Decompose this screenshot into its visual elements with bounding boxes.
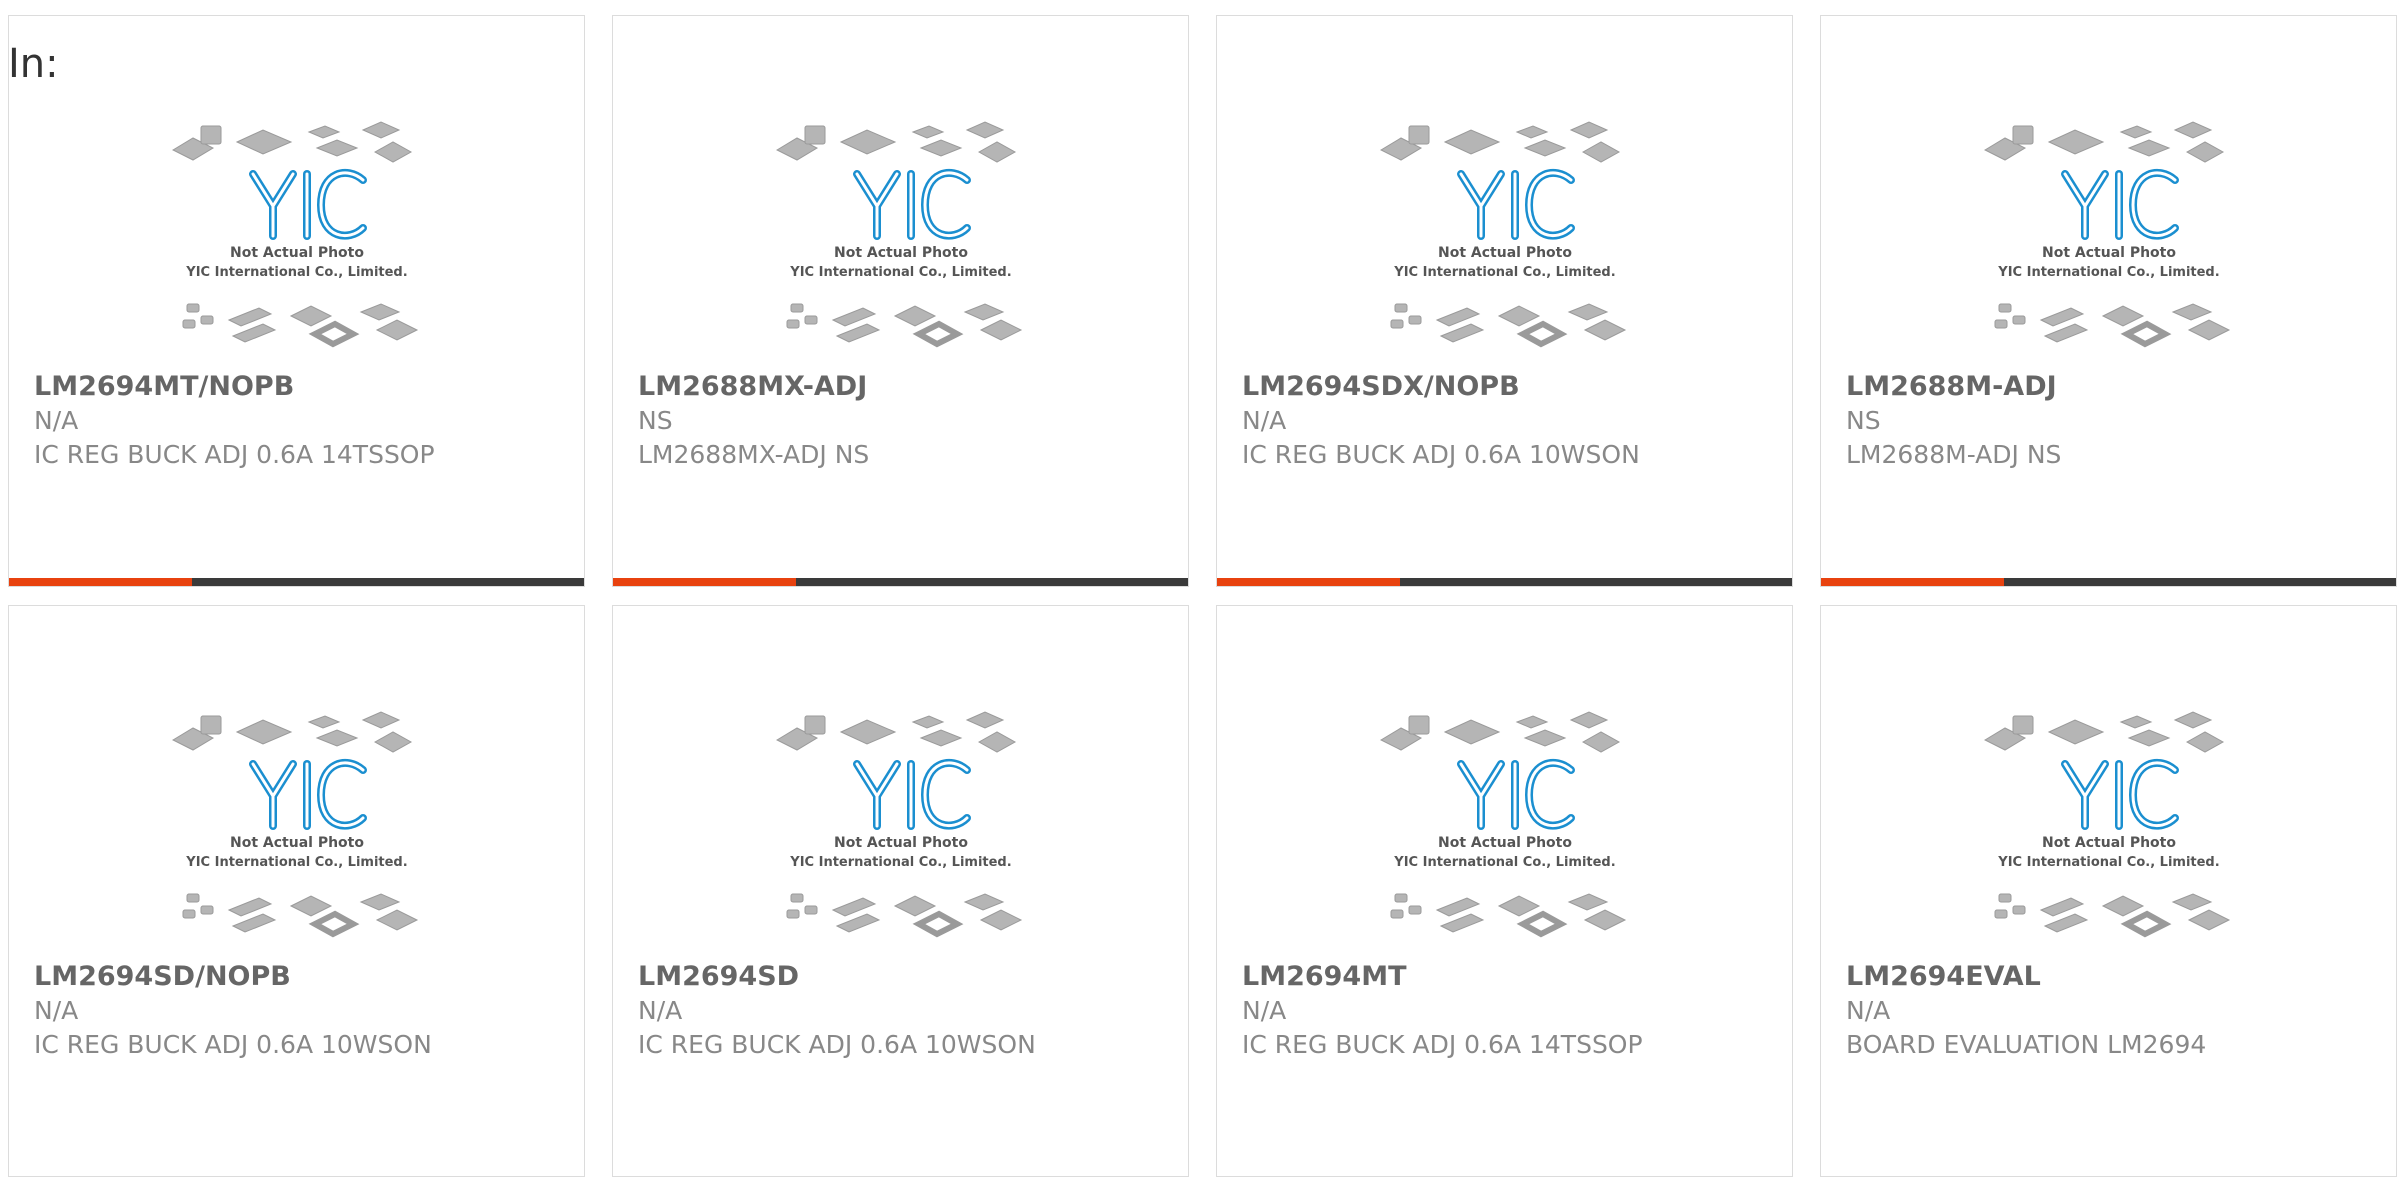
card-progress-bar (1217, 578, 1792, 586)
placeholder-caption-line1: Not Actual Photo (1438, 245, 1572, 261)
card-progress-bar (9, 578, 584, 586)
placeholder-caption-line2: YIC International Co., Limited. (1997, 265, 2219, 280)
product-info: LM2694EVAL N/A BOARD EVALUATION LM2694 (1846, 960, 2386, 1062)
product-manufacturer: N/A (1242, 996, 1287, 1025)
yic-logo-icon (1456, 168, 1575, 240)
placeholder-caption-line2: YIC International Co., Limited. (1393, 855, 1615, 870)
product-card[interactable]: Not Actual Photo YIC International Co., … (1820, 15, 2397, 587)
product-card[interactable]: Not Actual Photo YIC International Co., … (1216, 605, 1793, 1177)
product-description: IC REG BUCK ADJ 0.6A 14TSSOP (34, 440, 435, 469)
product-placeholder-image: Not Actual Photo YIC International Co., … (171, 711, 418, 938)
card-progress-bar (613, 578, 1188, 586)
product-card[interactable]: Not Actual Photo YIC International Co., … (612, 15, 1189, 587)
product-description: IC REG BUCK ADJ 0.6A 14TSSOP (1242, 1030, 1643, 1059)
product-info: LM2694SDX/NOPB N/A IC REG BUCK ADJ 0.6A … (1242, 370, 1782, 472)
placeholder-caption-line1: Not Actual Photo (834, 245, 968, 261)
product-card[interactable]: Not Actual Photo YIC International Co., … (1216, 15, 1793, 587)
product-part-number[interactable]: LM2694MT/NOPB (34, 370, 574, 404)
product-card[interactable]: Not Actual Photo YIC International Co., … (8, 15, 585, 587)
card-progress-bar (1821, 578, 2396, 586)
yic-logo-icon (248, 758, 367, 830)
product-placeholder-image: Not Actual Photo YIC International Co., … (1379, 711, 1626, 938)
chip-packages-bottom-icon (1390, 893, 1626, 938)
placeholder-caption-line1: Not Actual Photo (2042, 835, 2176, 851)
chip-packages-top-icon (171, 711, 412, 753)
product-placeholder-image: Not Actual Photo YIC International Co., … (775, 711, 1022, 938)
product-description: IC REG BUCK ADJ 0.6A 10WSON (638, 1030, 1036, 1059)
product-card[interactable]: Not Actual Photo YIC International Co., … (1820, 605, 2397, 1177)
chip-packages-bottom-icon (182, 893, 418, 938)
yic-logo-icon (1456, 758, 1575, 830)
product-info: LM2694MT/NOPB N/A IC REG BUCK ADJ 0.6A 1… (34, 370, 574, 472)
product-manufacturer: NS (638, 406, 673, 435)
chip-packages-bottom-icon (1994, 303, 2230, 348)
card-progress-accent (613, 578, 796, 586)
product-part-number[interactable]: LM2694EVAL (1846, 960, 2386, 994)
product-info: LM2688M-ADJ NS LM2688M-ADJ NS (1846, 370, 2386, 472)
product-description: BOARD EVALUATION LM2694 (1846, 1030, 2207, 1059)
chip-packages-bottom-icon (1994, 893, 2230, 938)
product-info: LM2694SD N/A IC REG BUCK ADJ 0.6A 10WSON (638, 960, 1178, 1062)
product-description: LM2688M-ADJ NS (1846, 440, 2062, 469)
chip-packages-top-icon (775, 711, 1016, 753)
product-placeholder-image: Not Actual Photo YIC International Co., … (1983, 711, 2230, 938)
filter-label: In: (8, 41, 59, 87)
chip-packages-top-icon (1983, 711, 2224, 753)
yic-logo-icon (852, 168, 971, 240)
product-description: IC REG BUCK ADJ 0.6A 10WSON (1242, 440, 1640, 469)
product-info: LM2694SD/NOPB N/A IC REG BUCK ADJ 0.6A 1… (34, 960, 574, 1062)
placeholder-caption-line2: YIC International Co., Limited. (185, 855, 407, 870)
chip-packages-top-icon (1379, 711, 1620, 753)
yic-logo-icon (2060, 758, 2179, 830)
placeholder-caption-line2: YIC International Co., Limited. (1997, 855, 2219, 870)
placeholder-caption-line2: YIC International Co., Limited. (185, 265, 407, 280)
product-part-number[interactable]: LM2694SDX/NOPB (1242, 370, 1782, 404)
chip-packages-bottom-icon (182, 303, 418, 348)
product-card[interactable]: Not Actual Photo YIC International Co., … (612, 605, 1189, 1177)
product-manufacturer: N/A (1846, 996, 1891, 1025)
product-manufacturer: N/A (34, 996, 79, 1025)
chip-packages-top-icon (171, 121, 412, 163)
product-description: LM2688MX-ADJ NS (638, 440, 870, 469)
card-progress-accent (9, 578, 192, 586)
chip-packages-top-icon (1983, 121, 2224, 163)
placeholder-caption-line1: Not Actual Photo (230, 835, 364, 851)
product-manufacturer: N/A (638, 996, 683, 1025)
placeholder-caption-line2: YIC International Co., Limited. (1393, 265, 1615, 280)
chip-packages-top-icon (1379, 121, 1620, 163)
placeholder-caption-line2: YIC International Co., Limited. (789, 265, 1011, 280)
product-part-number[interactable]: LM2694MT (1242, 960, 1782, 994)
placeholder-caption-line1: Not Actual Photo (2042, 245, 2176, 261)
yic-logo-icon (2060, 168, 2179, 240)
placeholder-caption-line2: YIC International Co., Limited. (789, 855, 1011, 870)
product-part-number[interactable]: LM2694SD (638, 960, 1178, 994)
product-info: LM2694MT N/A IC REG BUCK ADJ 0.6A 14TSSO… (1242, 960, 1782, 1062)
product-part-number[interactable]: LM2694SD/NOPB (34, 960, 574, 994)
product-manufacturer: N/A (1242, 406, 1287, 435)
product-placeholder-image: Not Actual Photo YIC International Co., … (1983, 121, 2230, 348)
yic-logo-icon (248, 168, 367, 240)
placeholder-caption-line1: Not Actual Photo (1438, 835, 1572, 851)
product-description: IC REG BUCK ADJ 0.6A 10WSON (34, 1030, 432, 1059)
chip-packages-bottom-icon (786, 893, 1022, 938)
yic-logo-icon (852, 758, 971, 830)
placeholder-caption-line1: Not Actual Photo (230, 245, 364, 261)
product-placeholder-image: Not Actual Photo YIC International Co., … (1379, 121, 1626, 348)
product-placeholder-image: Not Actual Photo YIC International Co., … (775, 121, 1022, 348)
product-info: LM2688MX-ADJ NS LM2688MX-ADJ NS (638, 370, 1178, 472)
product-manufacturer: N/A (34, 406, 79, 435)
chip-packages-bottom-icon (786, 303, 1022, 348)
product-part-number[interactable]: LM2688M-ADJ (1846, 370, 2386, 404)
product-part-number[interactable]: LM2688MX-ADJ (638, 370, 1178, 404)
placeholder-caption-line1: Not Actual Photo (834, 835, 968, 851)
card-progress-accent (1821, 578, 2004, 586)
product-card[interactable]: Not Actual Photo YIC International Co., … (8, 605, 585, 1177)
chip-packages-top-icon (775, 121, 1016, 163)
card-progress-accent (1217, 578, 1400, 586)
product-manufacturer: NS (1846, 406, 1881, 435)
chip-packages-bottom-icon (1390, 303, 1626, 348)
product-placeholder-image: Not Actual Photo YIC International Co., … (171, 121, 418, 348)
